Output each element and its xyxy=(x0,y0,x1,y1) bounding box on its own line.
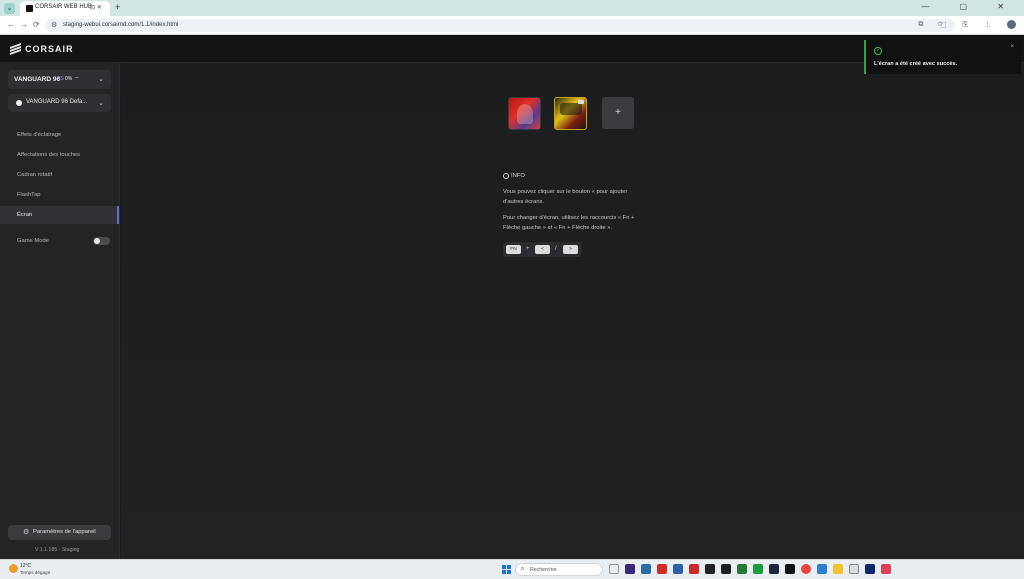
task-view-icon[interactable] xyxy=(609,564,619,574)
new-tab-button[interactable]: + xyxy=(115,2,120,12)
app-icon-17[interactable] xyxy=(881,564,891,574)
app-icon-11[interactable] xyxy=(785,564,795,574)
extensions-icon[interactable]: ⬚ ⎘ ⋮ xyxy=(940,21,998,28)
tab-close-icon[interactable]: ⊡ ✕ xyxy=(90,4,102,11)
app-icon-2[interactable] xyxy=(641,564,651,574)
windows-taskbar: 12°C Temps dégagé ⌕ Rechercher xyxy=(0,559,1024,579)
corsair-favicon-icon xyxy=(26,5,33,12)
info-icon xyxy=(503,173,509,179)
screen-thumbnail-2[interactable] xyxy=(554,97,587,130)
edit-screen-icon[interactable] xyxy=(578,100,584,104)
app-icon-5[interactable] xyxy=(689,564,699,574)
windows-start-icon[interactable] xyxy=(502,565,511,574)
game-mode-toggle[interactable] xyxy=(93,237,110,245)
app-version: V 1.1.185 - Staging xyxy=(35,547,80,553)
photoshop-icon[interactable] xyxy=(865,564,875,574)
sidebar-item-screen[interactable]: Écran xyxy=(0,206,119,224)
corsair-sails-icon xyxy=(10,42,21,55)
back-button[interactable]: ← xyxy=(7,20,15,29)
app-icon-9[interactable] xyxy=(753,564,763,574)
browser-tab-strip: ⌄ CORSAIR WEB HUB ⊡ ✕ + — ▢ ✕ xyxy=(0,0,1024,16)
device-settings-label: Paramètres de l'appareil xyxy=(33,529,96,535)
success-toast: ✓ L'écran a été créé avec succès. × xyxy=(864,40,1021,74)
forward-button[interactable]: → xyxy=(20,20,28,29)
search-placeholder: Rechercher xyxy=(530,567,557,573)
check-circle-icon: ✓ xyxy=(874,47,882,55)
game-mode-label: Game Mode xyxy=(17,238,49,244)
info-paragraph-shortcut: Pour changer d'écran, utilisez les racco… xyxy=(503,215,635,231)
taskbar-search[interactable]: ⌕ Rechercher xyxy=(515,563,603,576)
close-icon[interactable]: × xyxy=(1010,44,1014,50)
app-icon-4[interactable] xyxy=(673,564,683,574)
chevron-down-icon[interactable]: ⌄ xyxy=(98,99,104,107)
app-icon-3[interactable] xyxy=(657,564,667,574)
chevron-down-icon[interactable]: ⌄ xyxy=(98,75,104,83)
profile-selector[interactable]: VANGUARD 96 Defa... ⌄ xyxy=(8,94,111,112)
slash-symbol: / xyxy=(555,246,557,252)
sidebar-item-lighting-effects[interactable]: Effets d'éclairage xyxy=(0,126,119,144)
search-icon: ⌕ xyxy=(521,566,525,572)
shortcut-hint: FN + < / > xyxy=(503,242,582,257)
browser-toolbar: ← → ⟳ ⚙ staging-webui.corsairnd.com/1.1/… xyxy=(0,16,1024,35)
window-controls[interactable]: — ▢ ✕ xyxy=(921,2,1018,11)
browser-tab[interactable]: CORSAIR WEB HUB ⊡ ✕ xyxy=(20,1,110,16)
main-content: + INFO Vous pouvez cliquer sur le bouton… xyxy=(121,63,1024,559)
info-header: INFO xyxy=(503,173,525,179)
gear-icon: ⚙ xyxy=(23,529,30,536)
wireless-icon: ⌔ xyxy=(74,77,80,83)
weather-temperature[interactable]: 12°C xyxy=(20,563,31,569)
plus-symbol: + xyxy=(526,246,530,252)
left-arrow-key: < xyxy=(535,245,550,254)
weather-description[interactable]: Temps dégagé xyxy=(20,570,50,575)
chrome-icon[interactable] xyxy=(801,564,811,574)
reload-button[interactable]: ⟳ xyxy=(33,20,40,29)
device-name: VANGUARD 96 xyxy=(14,76,61,83)
device-firmware-label: HS xyxy=(57,76,64,82)
profile-avatar[interactable] xyxy=(1007,20,1016,29)
right-arrow-key: > xyxy=(563,245,578,254)
tab-title: CORSAIR WEB HUB xyxy=(35,4,93,10)
site-info-icon[interactable]: ⚙ xyxy=(51,21,57,29)
app-icon-7[interactable] xyxy=(721,564,731,574)
app-icon-6[interactable] xyxy=(705,564,715,574)
device-settings-button[interactable]: ⚙ Paramètres de l'appareil xyxy=(8,525,111,540)
app-icon-15[interactable] xyxy=(849,564,859,574)
fn-key: FN xyxy=(506,245,521,254)
toast-message: L'écran a été créé avec succès. xyxy=(874,61,958,67)
sidebar-item-flashtap[interactable]: FlashTap xyxy=(0,186,119,204)
add-screen-button[interactable]: + xyxy=(602,97,634,129)
brand-name: CORSAIR xyxy=(25,44,74,54)
battery-level: 0% xyxy=(65,76,73,82)
info-title: INFO xyxy=(511,173,525,179)
weather-sun-icon[interactable] xyxy=(9,564,18,573)
app-icon-13[interactable] xyxy=(817,564,827,574)
profile-dot-icon xyxy=(16,100,22,106)
browser-toolbar-icons[interactable]: ⬚ ⎘ ⋮ xyxy=(940,20,1016,29)
toggle-knob xyxy=(94,238,100,244)
profile-name: VANGUARD 96 Defa... xyxy=(26,99,88,105)
sidebar-item-rotary-dial[interactable]: Cadran rotatif xyxy=(0,166,119,184)
sidebar: VANGUARD 96 HS 0% ⌔ ⌄ VANGUARD 96 Defa..… xyxy=(0,63,120,559)
url-text[interactable]: staging-webui.corsairnd.com/1.1/index.ht… xyxy=(63,22,178,28)
sidebar-item-key-assignments[interactable]: Affectations des touches xyxy=(0,146,119,164)
address-bar[interactable]: ⚙ staging-webui.corsairnd.com/1.1/index.… xyxy=(45,19,955,32)
steam-icon[interactable] xyxy=(769,564,779,574)
file-explorer-icon[interactable] xyxy=(833,564,843,574)
screen-thumbnail-1[interactable] xyxy=(508,97,541,130)
tab-search-icon[interactable]: ⌄ xyxy=(4,3,15,14)
info-paragraph-add: Vous pouvez cliquer sur le bouton « pour… xyxy=(503,189,628,205)
app-icon-1[interactable] xyxy=(625,564,635,574)
corsair-logo: CORSAIR xyxy=(10,42,74,55)
app-icon-8[interactable] xyxy=(737,564,747,574)
device-selector[interactable]: VANGUARD 96 HS 0% ⌔ ⌄ xyxy=(8,70,111,89)
